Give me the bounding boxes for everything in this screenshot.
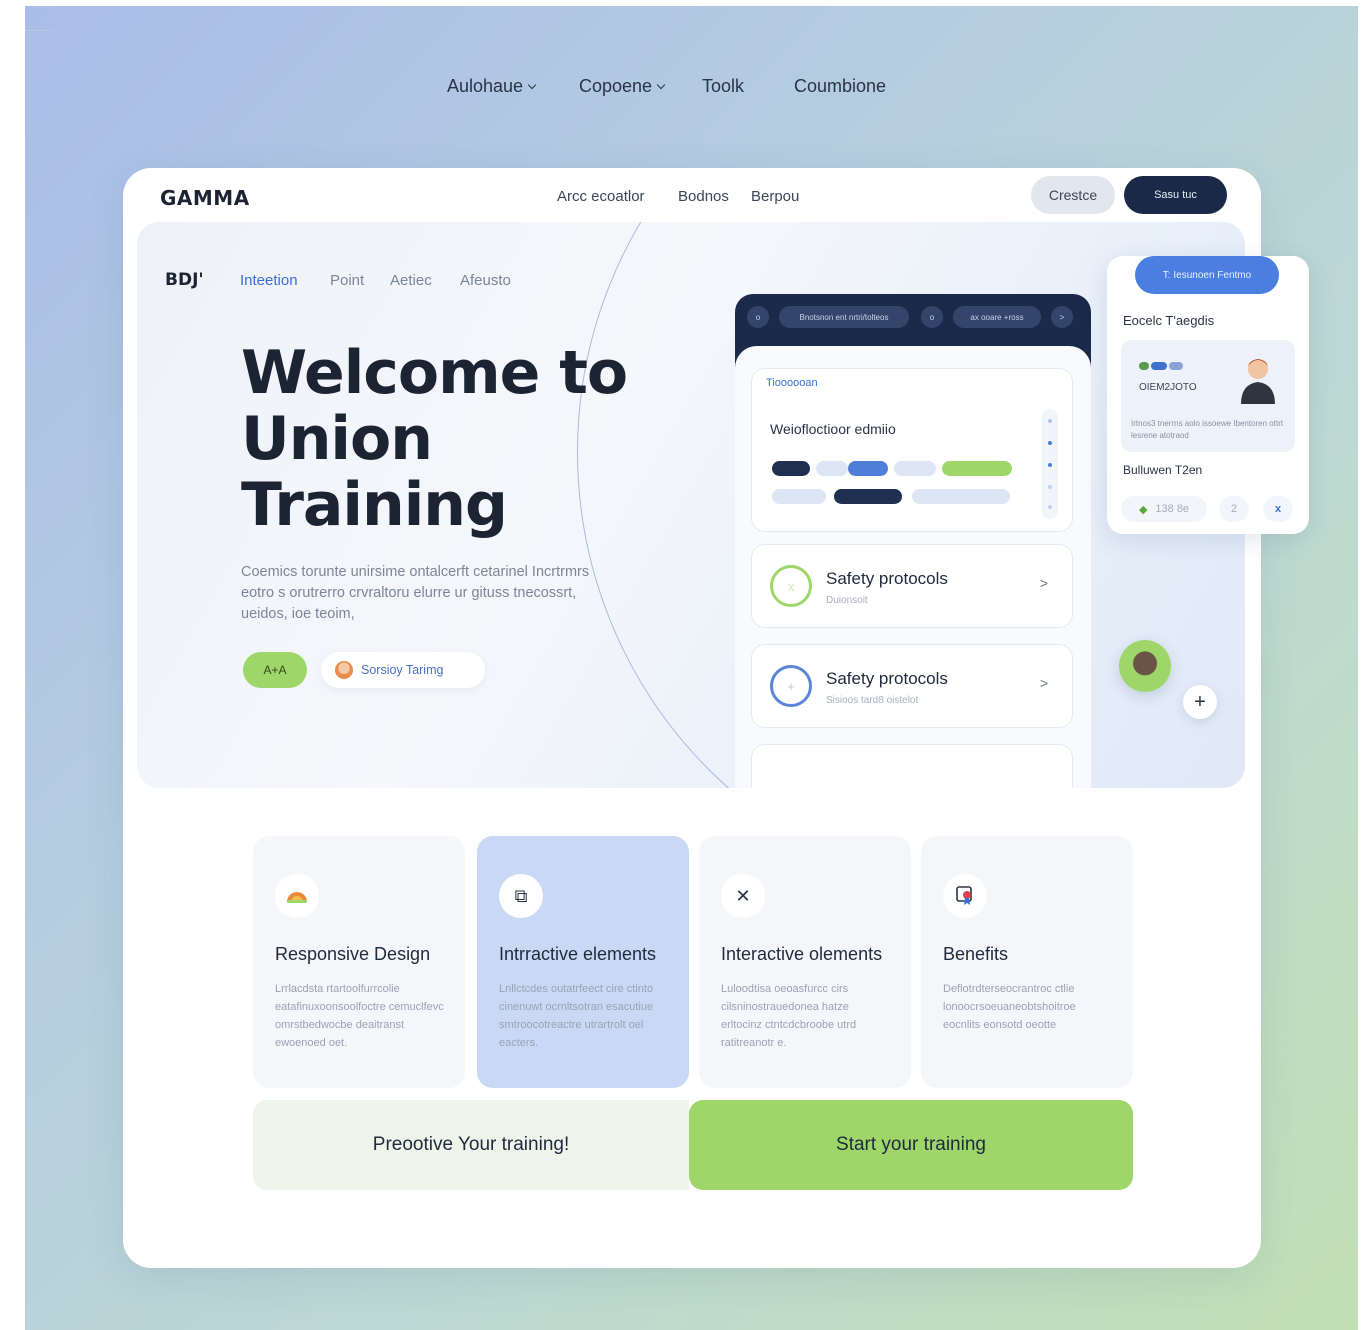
hero-green-button[interactable]: A+A (243, 652, 307, 688)
floating-avatar[interactable] (1119, 640, 1171, 692)
tools-icon: ✕ (721, 874, 765, 918)
top-nav-item-2[interactable]: Copoene (579, 76, 666, 97)
status-dot (1139, 362, 1149, 370)
add-button[interactable]: + (1183, 685, 1217, 719)
phone-bar-arrow[interactable]: > (1051, 306, 1073, 328)
list-item-title: Safety protocols (826, 669, 948, 688)
feature-text: Lrrlacdsta rtartoolfurrcolie eatafinuxoo… (275, 983, 444, 1049)
phone-bar-icon-1[interactable]: o (747, 306, 769, 328)
phone-bar-pill-1[interactable]: Bnotsnon ent nrtri/tolteos (779, 306, 909, 328)
hero-description: Coemics torunte unirsime ontalcerft ceta… (241, 564, 590, 622)
list-item-title: Safety protocols (826, 569, 948, 588)
progress-pill (772, 489, 826, 504)
leaf-icon: ◆ (1138, 503, 1148, 516)
main-card: GAMMA Arcc ecoatlor Bodnos Berpou Crestc… (123, 168, 1309, 1268)
status-dot (1151, 362, 1167, 370)
top-nav-item-4[interactable]: Coumbione (794, 76, 886, 97)
scrollbar[interactable] (1042, 409, 1058, 519)
list-item-subtitle: Duionsoit (826, 595, 868, 606)
progress-pill (942, 461, 1012, 476)
hero-pill-button[interactable]: Sorsioy Tarimg (321, 652, 485, 688)
shapes-icon: ⧉ (499, 874, 543, 918)
page-background: Aulohaue Copoene Toolk Coumbione GAMMA A… (25, 6, 1358, 1330)
feature-card[interactable]: ⧉ Intrractive elements Lnllctcdes outatr… (477, 836, 689, 1088)
status-dot (1169, 362, 1183, 370)
primary-header-button[interactable]: Sasu tuc (1124, 176, 1227, 214)
create-button[interactable]: Crestce (1031, 176, 1115, 214)
award-icon (943, 874, 987, 918)
phone-card-label: Tioooooan (766, 377, 818, 389)
phone-top-bar: o Bnotsnon ent nrtri/tolteos o ax ooare … (745, 306, 1081, 328)
header-nav-item-1[interactable]: Arcc ecoatlor (557, 188, 645, 205)
rainbow-icon (275, 874, 319, 918)
team-label: Bulluwen T2en (1123, 463, 1203, 477)
top-nav-item-3[interactable]: Toolk (702, 76, 744, 97)
feature-text: Deflotrdterseocrantroc ctlie lonoocrsoeu… (943, 983, 1076, 1031)
phone-bar-icon-2[interactable]: o (921, 306, 943, 328)
phone-mockup: o Bnotsnon ent nrtri/tolteos o ax ooare … (735, 294, 1091, 788)
progress-pill (848, 461, 888, 476)
close-icon[interactable]: x (1263, 496, 1293, 522)
progress-pill (816, 461, 848, 476)
hero-section: BDJ' Inteetion Point Aetiec Afeusto Welc… (137, 222, 1245, 788)
hero-title: Welcome to Union Training (241, 338, 628, 540)
side-panel-heading: Eocelc T'aegdis (1123, 313, 1215, 328)
profile-card[interactable]: OIEM2JOTO Irtnos3 tnerrns aolo issoewe I… (1121, 340, 1295, 452)
list-item-subtitle: Sisioos tard8 oistelot (826, 695, 919, 706)
phone-progress-card: Tioooooan Weiofloctioor edmiio (751, 368, 1073, 532)
start-training-button[interactable]: Start your training (689, 1100, 1133, 1190)
hero-logo[interactable]: BDJ' (165, 270, 204, 290)
list-item[interactable] (751, 744, 1073, 788)
top-nav: Aulohaue Copoene Toolk Coumbione (25, 6, 1358, 166)
phone-bar-pill-2[interactable]: ax ooare +ross (953, 306, 1041, 328)
progress-pill (834, 489, 902, 504)
hero-pill-label: Sorsioy Tarimg (361, 663, 444, 677)
status-ring-icon: x (770, 565, 812, 607)
feature-card[interactable]: Responsive Design Lrrlacdsta rtartoolfur… (253, 836, 465, 1088)
top-nav-item-1[interactable]: Aulohaue (447, 76, 537, 97)
feature-card[interactable]: Benefits Deflotrdterseocrantroc ctlie lo… (921, 836, 1133, 1088)
brand-logo[interactable]: GAMMA (160, 186, 250, 210)
feature-title: Interactive olements (721, 944, 883, 964)
person-avatar-icon (1241, 359, 1275, 404)
team-chip[interactable]: ◆ 138 8e (1121, 496, 1207, 522)
chevron-right-icon: > (1039, 675, 1048, 691)
hero-tab-1[interactable]: Inteetion (240, 272, 298, 289)
status-ring-icon: + (770, 665, 812, 707)
list-item[interactable]: x Safety protocols Duionsoit > (751, 544, 1073, 628)
secondary-cta-button[interactable]: Preootive Your training! (253, 1100, 689, 1190)
chevron-right-icon: > (1039, 575, 1048, 591)
phone-card-title: Weiofloctioor edmiio (770, 421, 896, 437)
progress-pill (772, 461, 810, 476)
header-nav-item-3[interactable]: Berpou (751, 188, 799, 205)
side-panel: T: Iesunoen Fentmo Eocelc T'aegdis OIEM2… (1107, 256, 1309, 534)
hero-tab-4[interactable]: Afeusto (460, 272, 511, 289)
feature-text: Lnllctcdes outatrfeect cire ctinto cinen… (499, 983, 654, 1049)
progress-pill (894, 461, 936, 476)
list-item[interactable]: + Safety protocols Sisioos tard8 oistelo… (751, 644, 1073, 728)
team-chip-count[interactable]: 2 (1219, 496, 1249, 522)
profile-name: OIEM2JOTO (1139, 382, 1197, 393)
feature-title: Responsive Design (275, 944, 431, 964)
header-nav-item-2[interactable]: Bodnos (678, 188, 729, 205)
phone-body: Tioooooan Weiofloctioor edmiio x Safety … (735, 346, 1091, 788)
feature-card[interactable]: ✕ Interactive olements Luloodtisa oeoasf… (699, 836, 911, 1088)
chevron-down-icon (656, 80, 666, 90)
chevron-down-icon (527, 80, 537, 90)
hero-tab-3[interactable]: Aetiec (390, 272, 432, 289)
avatar (335, 661, 353, 679)
feature-title: Benefits (943, 944, 1009, 964)
feature-title: Intrractive elements (499, 944, 657, 964)
feature-text: Luloodtisa oeoasfurcc cirs cilsninostrau… (721, 983, 857, 1049)
hero-tab-2[interactable]: Point (330, 272, 364, 289)
profile-text: Irtnos3 tnerrns aolo issoewe Ibentoren o… (1131, 419, 1284, 440)
progress-pill (912, 489, 1010, 504)
side-panel-button[interactable]: T: Iesunoen Fentmo (1135, 256, 1279, 294)
